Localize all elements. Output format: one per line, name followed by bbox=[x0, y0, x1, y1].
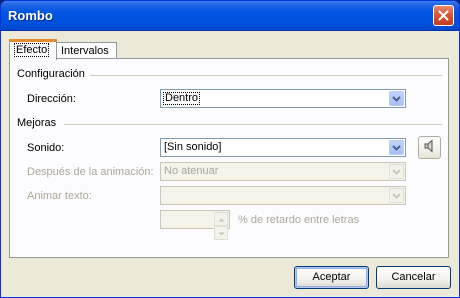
tab-panel-efecto: Configuración Dirección: Dentro Mejoras … bbox=[9, 58, 449, 258]
direction-value: Dentro bbox=[163, 92, 201, 105]
sound-select[interactable]: [Sin sonido] bbox=[160, 138, 406, 157]
chevron-up-icon bbox=[218, 213, 225, 225]
speaker-icon bbox=[424, 139, 436, 156]
chevron-down-icon bbox=[392, 190, 401, 202]
tab-efecto[interactable]: Efecto bbox=[9, 39, 57, 60]
group-configuracion-divider bbox=[90, 75, 442, 76]
tab-efecto-label: Efecto bbox=[14, 43, 50, 57]
after-animation-value: No atenuar bbox=[164, 165, 219, 177]
tab-intervalos-label: Intervalos bbox=[61, 45, 109, 57]
animate-text-label: Animar texto: bbox=[27, 190, 92, 202]
after-animation-dropdown-button[interactable] bbox=[389, 164, 404, 179]
spin-up-button[interactable] bbox=[214, 212, 228, 226]
group-mejoras-label: Mejoras bbox=[17, 117, 57, 129]
tab-intervalos[interactable]: Intervalos bbox=[56, 42, 117, 59]
dialog-window: Rombo Efecto Intervalos Configuración Di… bbox=[0, 0, 460, 298]
animate-text-dropdown-button[interactable] bbox=[389, 188, 404, 203]
after-animation-label: Después de la animación: bbox=[27, 166, 154, 178]
letter-delay-spinner[interactable] bbox=[160, 210, 230, 240]
sound-options-button[interactable] bbox=[418, 136, 441, 159]
dialog-client-area: Efecto Intervalos Configuración Direcció… bbox=[5, 31, 455, 295]
chevron-down-icon bbox=[392, 166, 401, 178]
close-button[interactable] bbox=[433, 5, 454, 26]
animate-text-value bbox=[163, 189, 165, 202]
spin-down-button[interactable] bbox=[214, 226, 228, 240]
after-animation-select[interactable]: No atenuar bbox=[160, 162, 406, 181]
sound-dropdown-button[interactable] bbox=[389, 140, 404, 155]
close-icon bbox=[438, 10, 449, 21]
direction-label: Dirección: bbox=[27, 93, 76, 105]
title-bar[interactable]: Rombo bbox=[1, 1, 459, 31]
letter-delay-spin-buttons bbox=[214, 212, 228, 240]
group-mejoras-divider bbox=[64, 124, 442, 125]
chevron-down-icon bbox=[218, 227, 225, 239]
cancel-button[interactable]: Cancelar bbox=[376, 266, 451, 289]
chevron-down-icon bbox=[392, 93, 401, 105]
sound-value: [Sin sonido] bbox=[164, 141, 222, 153]
chevron-down-icon bbox=[392, 142, 401, 154]
group-configuracion-label: Configuración bbox=[17, 68, 85, 80]
direction-dropdown-button[interactable] bbox=[389, 91, 404, 106]
window-title: Rombo bbox=[8, 8, 53, 23]
letter-delay-suffix: % de retardo entre letras bbox=[238, 214, 360, 226]
sound-label: Sonido: bbox=[27, 142, 65, 154]
ok-button[interactable]: Aceptar bbox=[294, 266, 369, 289]
animate-text-select[interactable] bbox=[160, 186, 406, 205]
direction-select[interactable]: Dentro bbox=[160, 89, 406, 108]
